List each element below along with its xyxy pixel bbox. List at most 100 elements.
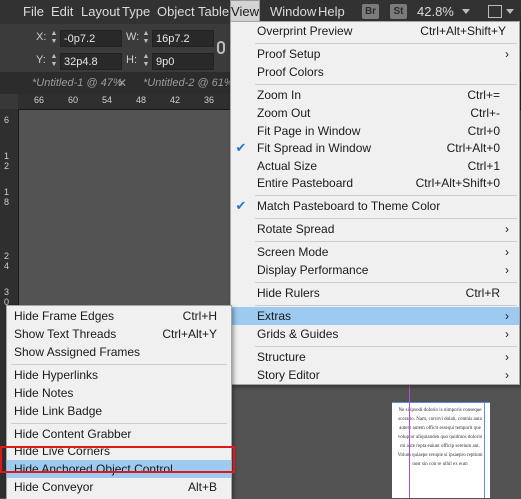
menu-item-label: Show Text Threads	[14, 327, 117, 341]
submenu-arrow-icon: ›	[505, 47, 509, 61]
x-label: X:	[36, 31, 47, 43]
ruler-tick: 66	[34, 95, 45, 105]
menu-item-proof-setup[interactable]: Proof Setup ›	[231, 45, 519, 63]
submenu-arrow-icon: ›	[505, 309, 509, 323]
ruler-tick: 42	[170, 95, 181, 105]
menu-item-hide-notes[interactable]: Hide Notes	[7, 384, 231, 402]
x-field[interactable]: -0p7.2	[60, 30, 122, 47]
bridge-button[interactable]: Br	[362, 4, 379, 19]
menu-item-display-performance[interactable]: Display Performance ›	[231, 261, 519, 279]
menu-item-shortcut: Ctrl+Alt+Shift+0	[415, 176, 500, 190]
menu-item-label: Screen Mode	[257, 245, 329, 259]
ruler-tick: 1	[4, 151, 10, 161]
y-stepper-icon[interactable]: ▲ ▼	[50, 53, 58, 69]
ruler-tick: 6	[4, 115, 10, 125]
menu-item-overprint-preview[interactable]: Overprint Preview Ctrl+Alt+Shift+Y	[231, 22, 519, 40]
menu-item-hide-conveyor[interactable]: Hide Conveyor Alt+B	[7, 478, 231, 496]
menu-item-screen-mode[interactable]: Screen Mode ›	[231, 243, 519, 261]
menu-item-hide-rulers[interactable]: Hide Rulers Ctrl+R	[231, 284, 519, 302]
w-stepper-icon[interactable]: ▲ ▼	[142, 30, 150, 46]
ruler-tick: 4	[4, 261, 10, 271]
submenu-arrow-icon: ›	[505, 350, 509, 364]
menu-item-entire-pasteboard[interactable]: Entire Pasteboard Ctrl+Alt+Shift+0	[231, 174, 519, 192]
menu-item-hide-link-badge[interactable]: Hide Link Badge	[7, 402, 231, 420]
menu-item-shortcut: Ctrl+H	[182, 309, 217, 323]
tab-untitled-1[interactable]: *Untitled-1 @ 47%	[32, 72, 123, 94]
menu-file[interactable]: File	[23, 0, 44, 24]
ruler-tick: 8	[4, 197, 10, 207]
submenu-arrow-icon: ›	[505, 327, 509, 341]
menu-separator	[255, 305, 517, 306]
menu-item-label: Entire Pasteboard	[257, 176, 354, 190]
menu-edit[interactable]: Edit	[51, 0, 73, 24]
menu-item-label: Hide Link Badge	[14, 404, 103, 418]
ruler-tick: 2	[4, 251, 10, 261]
y-field[interactable]: 32p4.8	[60, 53, 122, 70]
menu-item-extras[interactable]: Extras ›	[231, 307, 519, 325]
column-guide	[409, 380, 410, 498]
submenu-arrow-icon: ›	[505, 368, 509, 382]
w-field[interactable]: 16p7.2	[152, 30, 214, 47]
menu-item-label: Grids & Guides	[257, 327, 339, 341]
menu-separator	[255, 218, 517, 219]
menu-item-label: Hide Content Grabber	[14, 427, 132, 441]
tab-untitled-2[interactable]: *Untitled-2 @ 61%	[143, 72, 234, 94]
menu-item-label: Proof Setup	[257, 47, 321, 61]
menu-item-rotate-spread[interactable]: Rotate Spread ›	[231, 220, 519, 238]
menu-item-fit-spread[interactable]: ✔ Fit Spread in Window Ctrl+Alt+0	[231, 139, 519, 157]
screen-mode-icon[interactable]	[488, 5, 502, 18]
ruler-tick: 1	[4, 187, 10, 197]
submenu-arrow-icon: ›	[505, 222, 509, 236]
menu-item-show-text-threads[interactable]: Show Text Threads Ctrl+Alt+Y	[7, 325, 231, 343]
ruler-origin[interactable]	[0, 94, 19, 110]
submenu-arrow-icon: ›	[505, 245, 509, 259]
menu-item-hide-frame-edges[interactable]: Hide Frame Edges Ctrl+H	[7, 307, 231, 325]
stock-button[interactable]: St	[390, 4, 407, 19]
h-field[interactable]: 9p0	[152, 53, 214, 70]
menu-item-hide-hyperlinks[interactable]: Hide Hyperlinks	[7, 366, 231, 384]
menu-item-grids-guides[interactable]: Grids & Guides ›	[231, 325, 519, 343]
submenu-arrow-icon: ›	[505, 263, 509, 277]
margin-guide	[484, 403, 485, 498]
menu-item-structure[interactable]: Structure ›	[231, 348, 519, 366]
menu-item-story-editor[interactable]: Story Editor ›	[231, 366, 519, 384]
menu-item-zoom-out[interactable]: Zoom Out Ctrl+-	[231, 104, 519, 122]
h-stepper-icon[interactable]: ▲ ▼	[142, 53, 150, 69]
constrain-proportions-icon[interactable]	[217, 41, 225, 54]
menu-item-label: Overprint Preview	[257, 24, 353, 38]
checkmark-icon: ✔	[235, 198, 247, 213]
checkmark-icon: ✔	[235, 140, 247, 155]
menu-item-show-assigned-frames[interactable]: Show Assigned Frames	[7, 343, 231, 361]
ruler-tick: 60	[68, 95, 79, 105]
zoom-dropdown-icon[interactable]	[462, 9, 470, 14]
menu-separator	[255, 84, 517, 85]
menu-item-shortcut: Ctrl+R	[465, 286, 500, 300]
menu-separator	[11, 423, 227, 424]
menu-item-label: Proof Colors	[257, 65, 324, 79]
menu-separator	[11, 364, 227, 365]
y-label: Y:	[36, 54, 46, 66]
menu-separator	[255, 43, 517, 44]
menu-item-actual-size[interactable]: Actual Size Ctrl+1	[231, 157, 519, 175]
ruler-tick: 48	[136, 95, 147, 105]
menu-type[interactable]: Type	[122, 0, 150, 24]
menu-item-match-pasteboard[interactable]: ✔ Match Pasteboard to Theme Color	[231, 197, 519, 215]
menu-item-fit-page[interactable]: Fit Page in Window Ctrl+0	[231, 122, 519, 140]
menu-layout[interactable]: Layout	[81, 0, 120, 24]
close-tab-icon[interactable]: ✕	[117, 72, 127, 94]
menu-item-proof-colors[interactable]: Proof Colors	[231, 63, 519, 81]
menu-object[interactable]: Object	[157, 0, 195, 24]
menu-item-label: Fit Page in Window	[257, 124, 361, 138]
margin-guide	[392, 402, 490, 403]
menu-item-hide-content-grabber[interactable]: Hide Content Grabber	[7, 425, 231, 443]
menu-item-label: Rotate Spread	[257, 222, 335, 236]
screen-mode-dropdown-icon[interactable]	[506, 9, 514, 14]
ruler-tick: 36	[204, 95, 215, 105]
menu-table[interactable]: Table	[198, 0, 229, 24]
menu-item-zoom-in[interactable]: Zoom In Ctrl+=	[231, 86, 519, 104]
menu-item-label: Extras	[257, 309, 292, 323]
menu-separator	[255, 346, 517, 347]
ruler-tick: 3	[4, 287, 10, 297]
x-stepper-icon[interactable]: ▲ ▼	[50, 30, 58, 46]
menu-item-label: Match Pasteboard to Theme Color	[257, 199, 441, 213]
